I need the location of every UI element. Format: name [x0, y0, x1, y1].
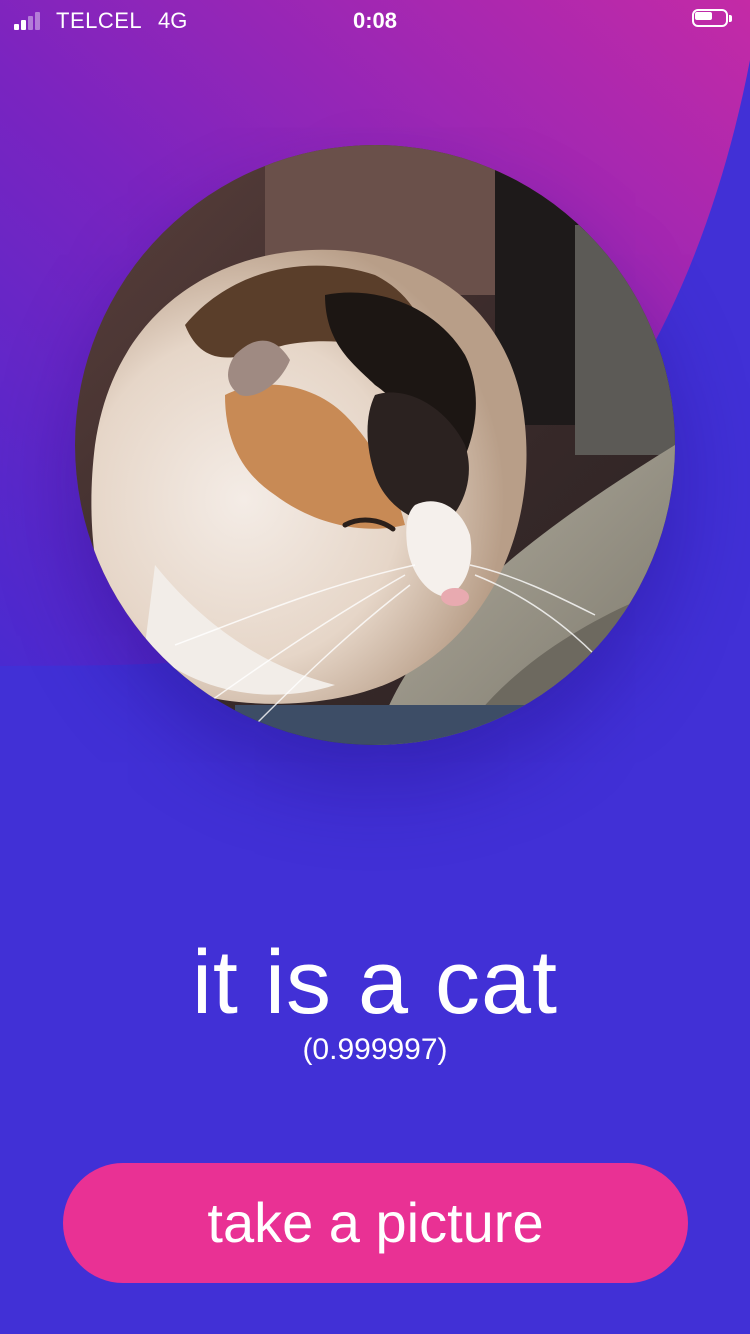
prediction-label: it is a cat [191, 933, 559, 1033]
app-screen: TELCEL 4G 0:08 it is a cat (0.999997) ta… [0, 0, 750, 1334]
status-bar: TELCEL 4G 0:08 [0, 0, 750, 40]
battery-icon [692, 9, 732, 29]
status-time: 0:08 [352, 8, 398, 33]
take-picture-button[interactable]: take a picture [63, 1163, 688, 1283]
cat-photo [75, 145, 675, 745]
prediction-confidence: (0.999997) [302, 1033, 448, 1066]
calico-cat-photo-icon [75, 145, 675, 745]
